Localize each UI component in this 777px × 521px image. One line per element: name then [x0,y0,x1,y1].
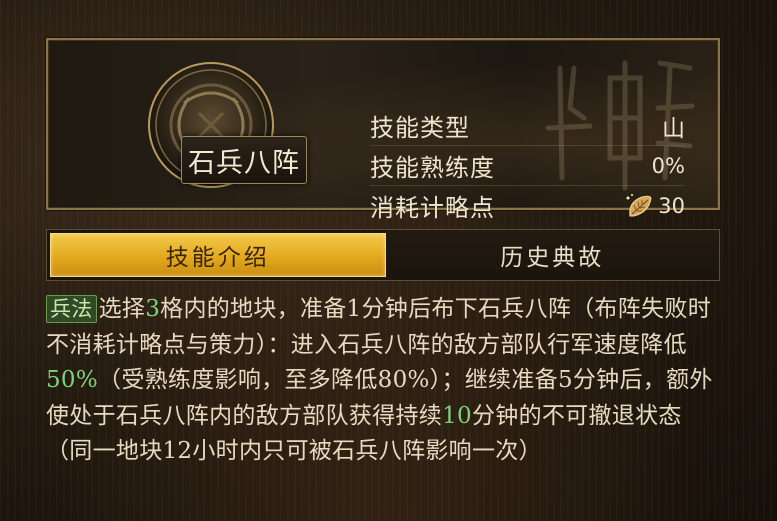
skill-header-card: 石兵八阵 技能类型 山 技能熟练度 0% 消耗计略点 30 [46,38,720,222]
skill-category-tag: 兵法 [46,295,97,323]
desc-text-1: 选择 [98,296,146,322]
stat-label-type: 技能类型 [370,114,470,142]
stat-row-type: 技能类型 山 [370,106,685,146]
stat-row-proficiency: 技能熟练度 0% [370,146,685,186]
tab-bar: 技能介绍 历史典故 [46,229,720,281]
stat-value-proficiency: 0% [651,153,685,178]
stat-label-proficiency: 技能熟练度 [370,154,495,182]
stat-value-cost: 30 [658,193,685,218]
desc-highlight-duration: 10 [442,402,472,429]
stat-label-cost: 消耗计略点 [370,194,495,222]
stat-value-type: 山 [662,115,685,142]
skill-description: 兵法 选择3格内的地块，准备1分钟后布下石兵八阵（布阵失败时不消耗计略点与策力）：… [46,292,720,470]
desc-highlight-range: 3 [145,296,161,322]
tab-skill-intro[interactable]: 技能介绍 [50,233,386,277]
skill-name-label: 石兵八阵 [181,136,307,184]
stat-value-cost-group: 30 [624,192,685,220]
stat-row-cost: 消耗计略点 30 [370,186,685,225]
skill-stats: 技能类型 山 技能熟练度 0% 消耗计略点 30 [370,106,685,225]
tab-history[interactable]: 历史典故 [385,230,719,280]
desc-highlight-slow: 50% [46,367,99,393]
leaf-icon [626,193,652,216]
